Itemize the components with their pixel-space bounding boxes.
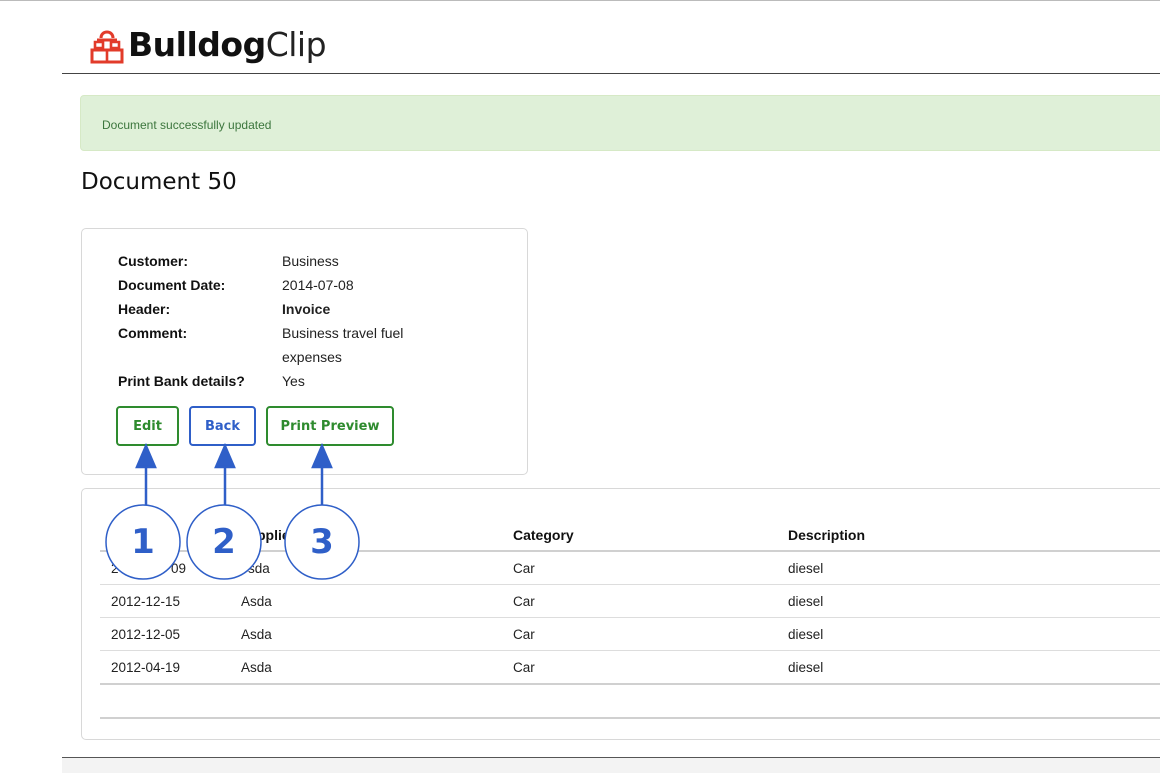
column-header-description: Description bbox=[788, 527, 866, 543]
detail-label: Customer: bbox=[118, 253, 189, 269]
row-divider bbox=[100, 584, 1160, 585]
top-border bbox=[0, 0, 1160, 1]
cell-supplier: Asda bbox=[241, 594, 272, 609]
success-alert: Document successfully updated bbox=[80, 95, 1160, 151]
detail-value: Business bbox=[282, 253, 339, 269]
detail-row-print-bank-details: Print Bank details? Yes bbox=[118, 369, 442, 393]
cell-description: diesel bbox=[788, 594, 824, 609]
detail-value: Invoice bbox=[282, 301, 331, 317]
detail-label: Document Date: bbox=[118, 277, 226, 293]
row-divider bbox=[100, 617, 1160, 618]
callout-number-3: 3 bbox=[310, 522, 334, 562]
page-title: Document 50 bbox=[81, 169, 237, 195]
detail-row-document-date: Document Date: 2014-07-08 bbox=[118, 273, 442, 297]
detail-label: Comment: bbox=[118, 325, 188, 341]
detail-value: Yes bbox=[282, 373, 305, 389]
cell-description: diesel bbox=[788, 660, 824, 675]
detail-row-customer: Customer: Business bbox=[118, 249, 442, 273]
detail-row-header: Header: Invoice bbox=[118, 297, 442, 321]
cell-date: 2012-12-15 bbox=[111, 594, 181, 609]
table-bottom-divider bbox=[100, 683, 1160, 685]
cell-supplier: Asda bbox=[241, 627, 272, 642]
cell-category: Car bbox=[513, 627, 535, 642]
alert-message: Document successfully updated bbox=[102, 118, 272, 132]
brand-logo[interactable]: Bulldog Clip bbox=[88, 22, 327, 66]
cell-description: diesel bbox=[788, 627, 824, 642]
row-divider bbox=[100, 650, 1160, 651]
details-list: Customer: Business Document Date: 2014-0… bbox=[118, 249, 442, 393]
bulldog-clip-icon bbox=[90, 30, 124, 64]
brand-name-light: Clip bbox=[265, 24, 327, 64]
brand-name-bold: Bulldog bbox=[128, 24, 266, 64]
cell-category: Car bbox=[513, 561, 535, 576]
callout-number-1: 1 bbox=[131, 522, 155, 562]
detail-value: 2014-07-08 bbox=[282, 277, 354, 293]
header-divider bbox=[62, 73, 1160, 74]
print-preview-button[interactable]: Print Preview bbox=[266, 406, 394, 446]
edit-button[interactable]: Edit bbox=[116, 406, 179, 446]
table-footer-divider bbox=[100, 717, 1160, 719]
cell-supplier: Asda bbox=[241, 660, 272, 675]
cell-date: 2012-12-05 bbox=[111, 627, 181, 642]
footer-band bbox=[62, 757, 1160, 773]
column-header-category: Category bbox=[513, 527, 574, 543]
back-button[interactable]: Back bbox=[189, 406, 256, 446]
detail-row-comment: Comment: Business travel fuel expenses bbox=[118, 321, 442, 369]
detail-label: Print Bank details? bbox=[118, 373, 245, 389]
detail-label: Header: bbox=[118, 301, 171, 317]
cell-date: 2012-04-19 bbox=[111, 660, 181, 675]
detail-value: Business travel fuel expenses bbox=[282, 325, 404, 365]
cell-description: diesel bbox=[788, 561, 824, 576]
callout-number-2: 2 bbox=[212, 522, 236, 562]
cell-category: Car bbox=[513, 660, 535, 675]
cell-category: Car bbox=[513, 594, 535, 609]
